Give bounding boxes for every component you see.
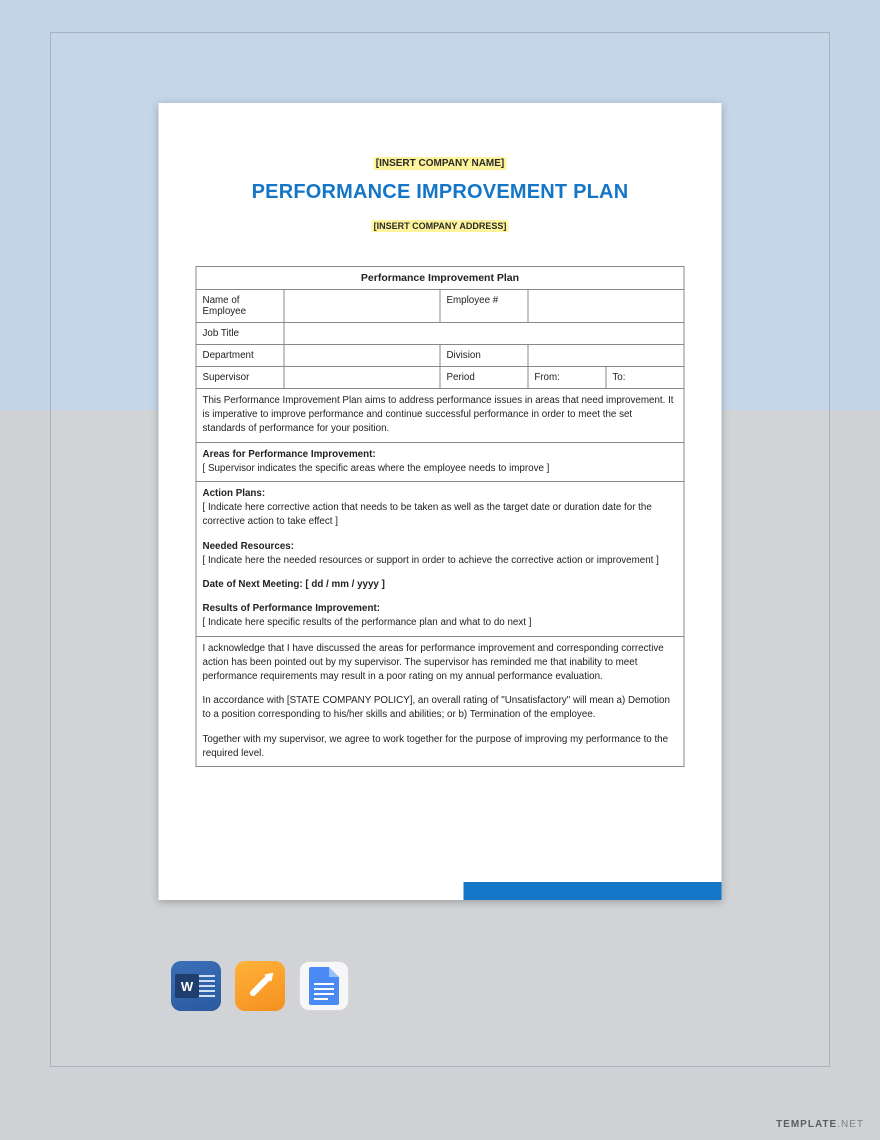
format-icons-row: W xyxy=(171,961,349,1011)
details-section: Action Plans: [ Indicate here corrective… xyxy=(196,482,684,637)
meeting-heading: Date of Next Meeting: [ dd / mm / yyyy ] xyxy=(203,578,678,592)
label-period: Period xyxy=(440,367,528,389)
word-icon[interactable]: W xyxy=(171,961,221,1011)
areas-heading: Areas for Performance Improvement: xyxy=(203,448,678,462)
pen-icon xyxy=(249,975,272,998)
action-text: [ Indicate here corrective action that n… xyxy=(203,502,652,527)
results-text: [ Indicate here specific results of the … xyxy=(203,617,532,628)
company-name-placeholder: [INSERT COMPANY NAME] xyxy=(374,157,507,170)
intro-text: This Performance Improvement Plan aims t… xyxy=(196,389,684,443)
ack-paragraph-3: Together with my supervisor, we agree to… xyxy=(203,733,678,761)
label-department: Department xyxy=(196,345,284,367)
table-row: I acknowledge that I have discussed the … xyxy=(196,636,684,766)
pip-table: Performance Improvement Plan Name of Emp… xyxy=(196,266,685,767)
company-name-line: [INSERT COMPANY NAME] xyxy=(196,153,685,171)
pages-icon[interactable] xyxy=(235,961,285,1011)
areas-text: [ Supervisor indicates the specific area… xyxy=(203,463,550,474)
results-heading: Results of Performance Improvement: xyxy=(203,602,678,616)
docs-page-icon xyxy=(309,967,339,1005)
table-row: Job Title xyxy=(196,323,684,345)
watermark: TEMPLATE.NET xyxy=(776,1119,864,1130)
company-address-placeholder: [INSERT COMPANY ADDRESS] xyxy=(372,220,509,232)
label-job-title: Job Title xyxy=(196,323,284,345)
document-page: [INSERT COMPANY NAME] PERFORMANCE IMPROV… xyxy=(159,103,722,900)
resources-heading: Needed Resources: xyxy=(203,540,678,554)
label-from: From: xyxy=(528,367,606,389)
acknowledgement-section: I acknowledge that I have discussed the … xyxy=(196,636,684,766)
google-docs-icon[interactable] xyxy=(299,961,349,1011)
ack-paragraph-2: In accordance with [STATE COMPANY POLICY… xyxy=(203,694,678,722)
watermark-brand: TEMPLATE xyxy=(776,1119,837,1130)
field-job-title xyxy=(284,323,684,345)
label-supervisor: Supervisor xyxy=(196,367,284,389)
field-name-of-employee xyxy=(284,290,440,323)
field-employee-number xyxy=(528,290,684,323)
company-address-line: [INSERT COMPANY ADDRESS] xyxy=(196,216,685,234)
action-heading: Action Plans: xyxy=(203,487,678,501)
table-row: Name of Employee Employee # xyxy=(196,290,684,323)
label-name-of-employee: Name of Employee xyxy=(196,290,284,323)
field-division xyxy=(528,345,684,367)
label-to: To: xyxy=(606,367,684,389)
ack-paragraph-1: I acknowledge that I have discussed the … xyxy=(203,642,678,685)
field-supervisor xyxy=(284,367,440,389)
table-title: Performance Improvement Plan xyxy=(196,267,684,290)
table-row: Areas for Performance Improvement: [ Sup… xyxy=(196,442,684,481)
table-title-row: Performance Improvement Plan xyxy=(196,267,684,290)
footer-accent-bar xyxy=(464,882,722,900)
table-row: Supervisor Period From: To: xyxy=(196,367,684,389)
label-division: Division xyxy=(440,345,528,367)
word-icon-label: W xyxy=(175,974,199,998)
areas-section: Areas for Performance Improvement: [ Sup… xyxy=(196,442,684,481)
label-employee-number: Employee # xyxy=(440,290,528,323)
table-row: This Performance Improvement Plan aims t… xyxy=(196,389,684,443)
table-row: Action Plans: [ Indicate here corrective… xyxy=(196,482,684,637)
table-row: Department Division xyxy=(196,345,684,367)
resources-text: [ Indicate here the needed resources or … xyxy=(203,555,659,566)
field-department xyxy=(284,345,440,367)
page-title: PERFORMANCE IMPROVEMENT PLAN xyxy=(196,181,685,204)
watermark-suffix: .NET xyxy=(837,1119,864,1130)
preview-frame: [INSERT COMPANY NAME] PERFORMANCE IMPROV… xyxy=(50,32,830,1067)
